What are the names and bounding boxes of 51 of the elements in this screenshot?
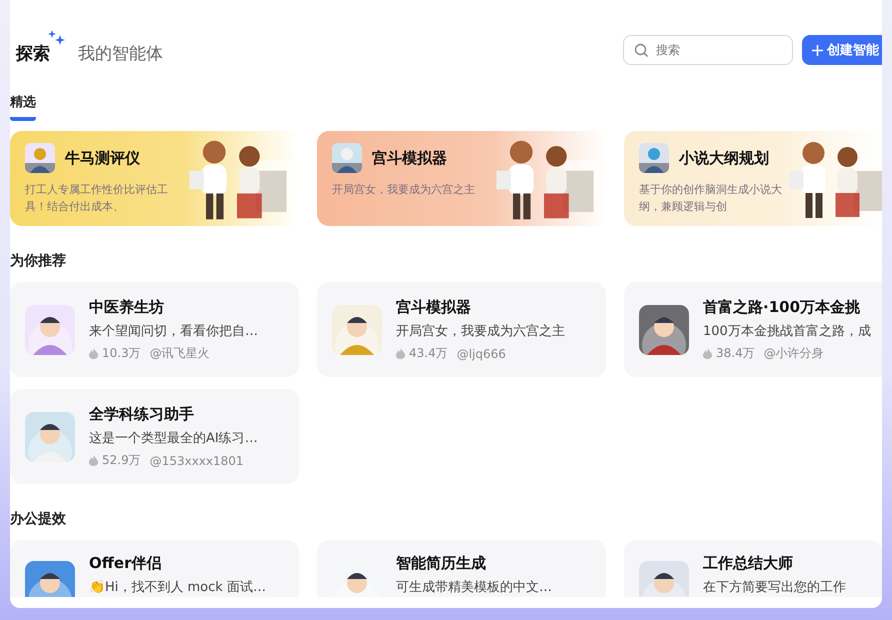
section-title: 办公提效 xyxy=(10,510,67,528)
agent-name: 全学科练习助手 xyxy=(89,405,195,424)
featured-title: 小说大纲规划 xyxy=(679,148,769,168)
agent-card[interactable]: 全学科练习助手 这是一个类型最全的AI练习… 52.9万 @153xxxx1801 xyxy=(10,389,299,484)
author-name: @讯飞星火 xyxy=(150,345,210,362)
agent-card[interactable]: 智能简历生成 可生成带精美模板的中文… xyxy=(317,540,606,597)
featured-card[interactable]: 牛马测评仪 打工人专属工作性价比评估工具！结合付出成本、 xyxy=(10,131,299,226)
author-name: @153xxxx1801 xyxy=(150,454,244,468)
flame-icon xyxy=(703,348,712,359)
create-button[interactable]: 创建智能 xyxy=(802,35,882,65)
plus-icon xyxy=(812,44,823,56)
featured-title: 牛马测评仪 xyxy=(65,148,140,168)
agent-description: 可生成带精美模板的中文… xyxy=(396,579,552,596)
featured-title: 宫斗模拟器 xyxy=(372,148,447,168)
agent-card[interactable]: 首富之路·100万本金挑 100万本金挑战首富之路，成 38.4万 @小许分身 xyxy=(624,282,882,377)
agent-description: 这是一个类型最全的AI练习… xyxy=(89,430,258,447)
usage-count: 52.9万 xyxy=(102,452,141,469)
category-tab[interactable]: 精选 xyxy=(10,93,36,121)
agent-description: 来个望闻问切，看看你把自… xyxy=(89,323,258,340)
nav-tab[interactable]: 我的智能体 xyxy=(78,42,163,65)
agent-name: 首富之路·100万本金挑 xyxy=(703,298,862,317)
agent-card[interactable]: Offer伴侣 👏Hi，找不到人 mock 面试… xyxy=(10,540,299,597)
nav-tab[interactable]: 探索 xyxy=(16,30,66,65)
agent-name: 中医养生坊 xyxy=(89,298,165,317)
agent-name: 工作总结大师 xyxy=(703,554,794,573)
agent-name: 宫斗模拟器 xyxy=(396,298,472,317)
usage-count: 10.3万 xyxy=(102,345,141,362)
featured-card[interactable]: 小说大纲规划 基于你的创作脑洞生成小说大纲，兼顾逻辑与创 xyxy=(624,131,882,226)
author-name: @小许分身 xyxy=(764,345,824,362)
flame-icon xyxy=(89,455,98,466)
usage-count: 38.4万 xyxy=(716,345,755,362)
agent-card[interactable]: 工作总结大师 在下方简要写出您的工作 xyxy=(624,540,882,597)
agent-name: 智能简历生成 xyxy=(396,554,487,573)
agent-card[interactable]: 宫斗模拟器 开局宫女，我要成为六宫之主 43.4万 @ljq666 xyxy=(317,282,606,377)
author-name: @ljq666 xyxy=(456,346,506,360)
search-field[interactable]: 搜索 xyxy=(623,35,793,65)
flame-icon xyxy=(396,348,405,359)
section-title: 为你推荐 xyxy=(10,252,67,270)
featured-description: 开局宫女，我要成为六宫之主 xyxy=(332,182,476,198)
featured-description: 基于你的创作脑洞生成小说大纲，兼顾逻辑与创 xyxy=(639,182,783,216)
agent-description: 在下方简要写出您的工作 xyxy=(703,579,846,596)
agent-description: 👏Hi，找不到人 mock 面试… xyxy=(89,578,266,596)
featured-description: 打工人专属工作性价比评估工具！结合付出成本、 xyxy=(25,182,169,216)
agent-description: 100万本金挑战首富之路，成 xyxy=(703,323,871,340)
agent-card[interactable]: 中医养生坊 来个望闻问切，看看你把自… 10.3万 @讯飞星火 xyxy=(10,282,299,377)
usage-count: 43.4万 xyxy=(409,345,448,362)
agent-name: Offer伴侣 xyxy=(89,554,162,573)
flame-icon xyxy=(89,348,98,359)
agent-description: 开局宫女，我要成为六宫之主 xyxy=(396,323,565,340)
sparkle-icon xyxy=(48,30,66,46)
search-icon xyxy=(634,43,649,58)
